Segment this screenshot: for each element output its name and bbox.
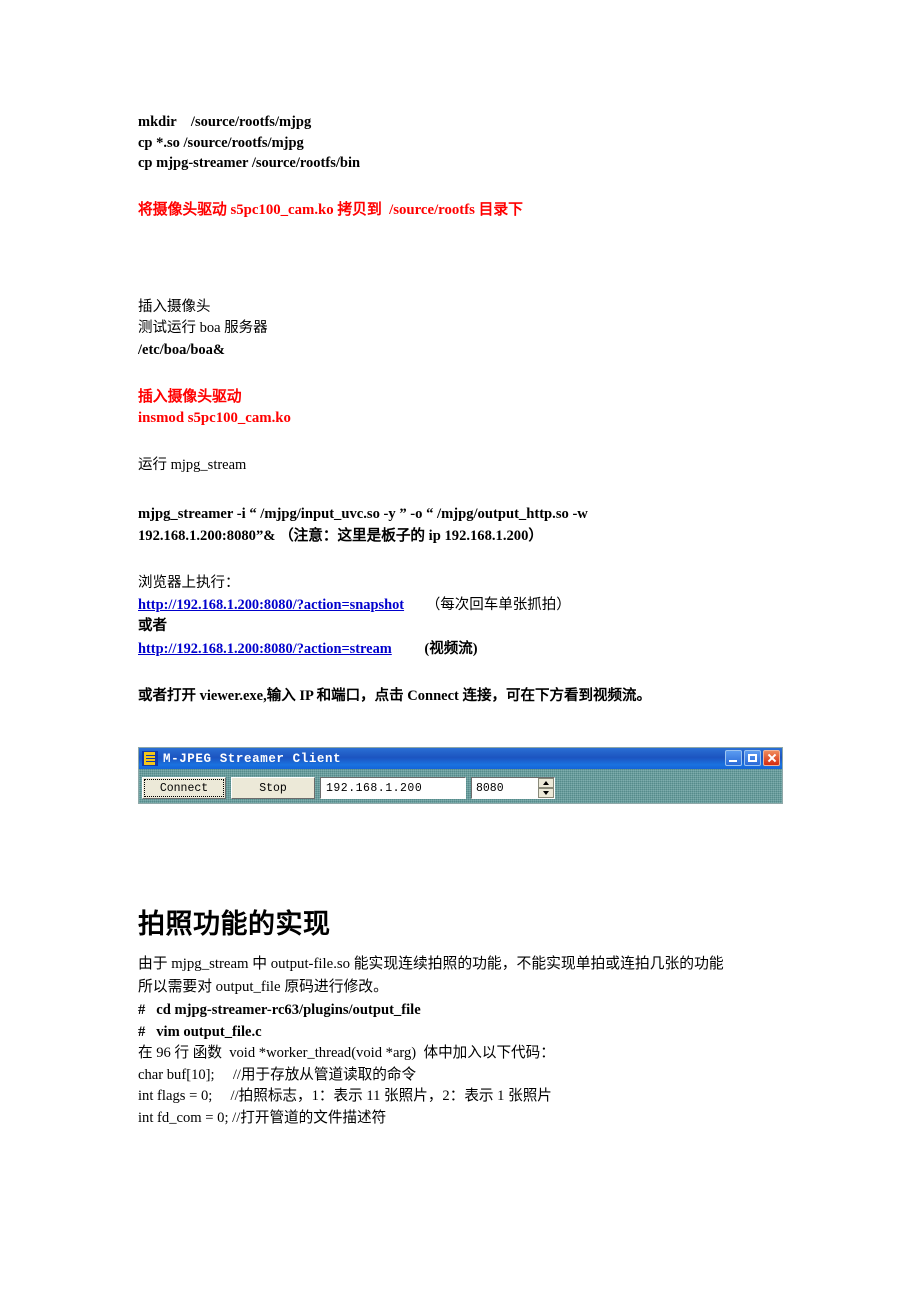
streamer-command-line-2: 192.168.1.200:8080”& （注意：这里是板子的 ip 192.1… — [138, 527, 543, 544]
viewer-instruction-block: 或者打开 viewer.exe,输入 IP 和端口，点击 Connect 连接，… — [138, 686, 786, 708]
paragraph-line: 所以需要对 output_file 原码进行修改。 — [138, 978, 388, 995]
paragraph-line: 由于 mjpg_stream 中 output-file.so 能实现连续拍照的… — [138, 956, 724, 972]
stream-link-row: http://192.168.1.200:8080/?action=stream… — [138, 638, 786, 660]
boa-step-line: 插入摄像头 — [138, 298, 211, 315]
commands-top-block: mkdir /source/rootfs/mjpg cp *.so /sourc… — [138, 112, 786, 174]
spinner-down-icon[interactable] — [538, 788, 554, 798]
stream-link[interactable]: http://192.168.1.200:8080/?action=stream — [138, 641, 392, 657]
document-page: mkdir /source/rootfs/mjpg cp *.so /sourc… — [0, 0, 920, 1302]
command-line: cp *.so /source/rootfs/mjpg — [138, 134, 304, 151]
snapshot-link-row: http://192.168.1.200:8080/?action=snapsh… — [138, 594, 786, 616]
code-line: 在 96 行 函数 void *worker_thread(void *arg)… — [138, 1045, 555, 1061]
run-label-block: 运行 mjpg_stream — [138, 455, 786, 477]
minimize-icon[interactable] — [725, 750, 742, 766]
section-photo-capture: 拍照功能的实现 由于 mjpg_stream 中 output-file.so … — [138, 908, 788, 1129]
boa-command: /etc/boa/boa& — [138, 341, 225, 358]
code-line: # cd mjpg-streamer-rc63/plugins/output_f… — [138, 1002, 421, 1018]
code-line: int flags = 0; //拍照标志，1：表示 11 张照片，2：表示 1… — [138, 1088, 552, 1104]
section-paragraph: 由于 mjpg_stream 中 output-file.so 能实现连续拍照的… — [138, 953, 786, 998]
film-strip-icon — [142, 751, 158, 766]
document-body: mkdir /source/rootfs/mjpg cp *.so /sourc… — [138, 112, 786, 707]
section-code-block: # cd mjpg-streamer-rc63/plugins/output_f… — [138, 1000, 788, 1129]
code-line: # vim output_file.c — [138, 1023, 262, 1040]
snapshot-link-note: （每次回车单张抓拍） — [425, 597, 571, 613]
window-title: M-JPEG Streamer Client — [163, 751, 342, 766]
port-spinner-buttons[interactable] — [538, 778, 554, 798]
boa-block: 插入摄像头 测试运行 boa 服务器 /etc/boa/boa& — [138, 297, 786, 362]
code-line: char buf[10]; //用于存放从管道读取的命令 — [138, 1066, 417, 1083]
boa-step-line: 测试运行 boa 服务器 — [138, 320, 268, 336]
run-label: 运行 mjpg_stream — [138, 457, 247, 473]
window-controls — [725, 750, 780, 766]
streamer-command-block: mjpg_streamer -i “ /mjpg/input_uvc.so -y… — [138, 503, 786, 547]
stop-button[interactable]: Stop — [231, 777, 315, 799]
streamer-command-line-1: mjpg_streamer -i “ /mjpg/input_uvc.so -y… — [138, 505, 588, 522]
browser-section: 浏览器上执行： http://192.168.1.200:8080/?actio… — [138, 573, 786, 660]
window-toolbar: Connect Stop 192.168.1.200 8080 — [139, 769, 782, 803]
window-titlebar[interactable]: M-JPEG Streamer Client — [139, 748, 782, 769]
section-heading: 拍照功能的实现 — [138, 909, 331, 940]
connect-button[interactable]: Connect — [142, 777, 226, 799]
maximize-icon[interactable] — [744, 750, 761, 766]
red-note-1-block: 将摄像头驱动 s5pc100_cam.ko 拷贝到 /source/rootfs… — [138, 200, 786, 221]
browser-label: 浏览器上执行： — [138, 574, 240, 591]
close-icon[interactable] — [763, 750, 780, 766]
port-stepper[interactable]: 8080 — [471, 777, 555, 799]
red-note-2-block: 插入摄像头驱动 insmod s5pc100_cam.ko — [138, 387, 786, 429]
port-input[interactable]: 8080 — [472, 778, 538, 798]
snapshot-link[interactable]: http://192.168.1.200:8080/?action=snapsh… — [138, 597, 404, 613]
red-note-text: 插入摄像头驱动 — [138, 389, 242, 405]
red-command-text: insmod s5pc100_cam.ko — [138, 410, 291, 426]
red-note-text: 将摄像头驱动 s5pc100_cam.ko 拷贝到 /source/rootfs… — [138, 201, 523, 218]
mjpeg-streamer-client-window[interactable]: M-JPEG Streamer Client Connect Stop 192.… — [138, 747, 783, 804]
or-label: 或者 — [138, 618, 167, 634]
command-line: mkdir /source/rootfs/mjpg — [138, 114, 312, 130]
code-line: int fd_com = 0; //打开管道的文件描述符 — [138, 1109, 387, 1126]
command-line: cp mjpg-streamer /source/rootfs/bin — [138, 155, 361, 171]
stream-link-note: (视频流) — [424, 640, 478, 657]
ip-address-input[interactable]: 192.168.1.200 — [320, 777, 466, 799]
spinner-up-icon[interactable] — [538, 778, 554, 788]
viewer-instruction: 或者打开 viewer.exe,输入 IP 和端口，点击 Connect 连接，… — [138, 687, 651, 704]
